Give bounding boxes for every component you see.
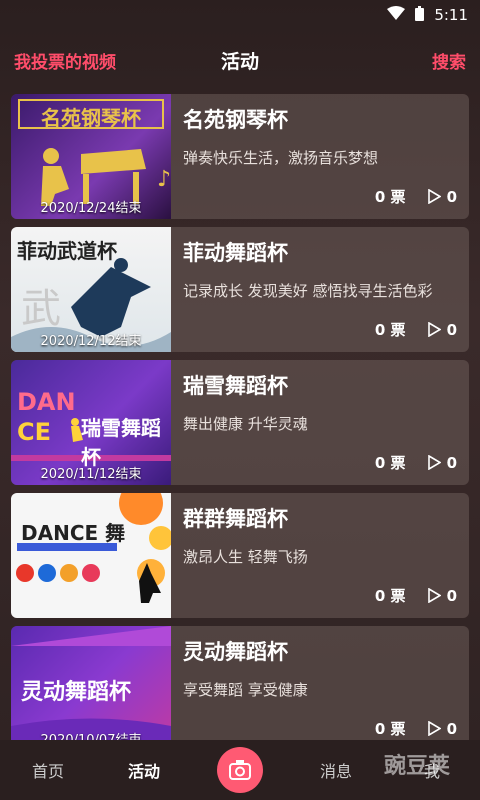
dance-art <box>16 493 171 603</box>
activity-card[interactable]: DANCE 舞 群群舞蹈杯 激昂人生 轻舞飞扬 0 票 0 <box>11 493 469 618</box>
battery-icon <box>415 5 425 25</box>
play-icon <box>427 322 441 337</box>
play-count-value: 0 <box>446 453 457 472</box>
activity-title: 菲动舞蹈杯 <box>183 241 288 265</box>
svg-text:武: 武 <box>21 286 61 332</box>
svg-text:CE: CE <box>17 418 51 446</box>
activity-title: 灵动舞蹈杯 <box>183 640 288 664</box>
play-count: 0 <box>427 453 457 472</box>
activity-info: 群群舞蹈杯 激昂人生 轻舞飞扬 0 票 0 <box>171 493 469 618</box>
vote-count: 0 票 <box>374 587 406 605</box>
activity-desc: 舞出健康 升华灵魂 <box>183 415 308 433</box>
status-bar: 5:11 <box>0 0 480 30</box>
activity-card[interactable]: 武 菲动武道杯 2020/12/12结束 菲动舞蹈杯 记录成长 发现美好 感悟找… <box>11 227 469 352</box>
activity-title: 群群舞蹈杯 <box>183 507 288 531</box>
activity-stats: 0 票 0 <box>375 452 457 473</box>
activity-info: 菲动舞蹈杯 记录成长 发现美好 感悟找寻生活色彩 0 票 0 <box>171 227 469 352</box>
camera-icon <box>217 747 263 793</box>
play-count-value: 0 <box>446 187 457 206</box>
tab-activity[interactable]: 活动 <box>96 758 192 782</box>
activity-stats: 0 票 0 <box>375 718 457 739</box>
play-icon <box>427 588 441 603</box>
thumbnail-title: 瑞雪舞蹈杯 <box>81 416 161 469</box>
play-count: 0 <box>427 586 457 605</box>
play-count: 0 <box>427 719 457 738</box>
activity-card[interactable]: DAN CE 瑞雪舞蹈杯 2020/11/12结束 瑞雪舞蹈杯 舞出健康 升华灵… <box>11 360 469 485</box>
activity-info: 瑞雪舞蹈杯 舞出健康 升华灵魂 0 票 0 <box>171 360 469 485</box>
activity-thumbnail: 灵动舞蹈杯 2020/10/07结束 <box>11 626 171 751</box>
status-time: 5:11 <box>434 6 468 24</box>
end-date: 2020/12/24结束 <box>40 201 142 216</box>
activity-title: 名苑钢琴杯 <box>183 108 288 132</box>
activity-stats: 0 票 0 <box>375 585 457 606</box>
activity-card[interactable]: 灵动舞蹈杯 2020/10/07结束 灵动舞蹈杯 享受舞蹈 享受健康 0 票 0 <box>11 626 469 751</box>
camera-button[interactable] <box>192 747 288 793</box>
activity-stats: 0 票 0 <box>375 186 457 207</box>
activity-title: 瑞雪舞蹈杯 <box>183 374 288 398</box>
vote-count: 0 票 <box>374 188 406 206</box>
watermark: 豌豆荚 <box>383 754 450 779</box>
svg-text:♪: ♪ <box>157 167 171 192</box>
play-count-value: 0 <box>446 719 457 738</box>
activity-desc: 弹奏快乐生活，激扬音乐梦想 <box>183 149 379 167</box>
play-count: 0 <box>427 320 457 339</box>
tab-message[interactable]: 消息 <box>288 758 384 782</box>
svg-text:DAN: DAN <box>17 388 76 416</box>
activity-list: ♪ 名苑钢琴杯 2020/12/24结束 名苑钢琴杯 弹奏快乐生活，激扬音乐梦想… <box>11 94 469 759</box>
activity-card[interactable]: ♪ 名苑钢琴杯 2020/12/24结束 名苑钢琴杯 弹奏快乐生活，激扬音乐梦想… <box>11 94 469 219</box>
thumbnail-title: 灵动舞蹈杯 <box>21 680 132 705</box>
activity-desc: 记录成长 发现美好 感悟找寻生活色彩 <box>183 282 433 300</box>
activity-desc: 激昂人生 轻舞飞扬 <box>183 548 308 566</box>
search-link[interactable]: 搜索 <box>432 48 466 73</box>
activity-thumbnail: 武 菲动武道杯 2020/12/12结束 <box>11 227 171 352</box>
activity-thumbnail: ♪ 名苑钢琴杯 2020/12/24结束 <box>11 94 171 219</box>
end-date: 2020/11/12结束 <box>40 467 142 482</box>
activity-desc: 享受舞蹈 享受健康 <box>183 681 308 699</box>
activity-thumbnail: DAN CE 瑞雪舞蹈杯 2020/11/12结束 <box>11 360 171 485</box>
activity-stats: 0 票 0 <box>375 319 457 340</box>
vote-count: 0 票 <box>374 720 406 738</box>
play-count: 0 <box>427 187 457 206</box>
play-count-value: 0 <box>446 586 457 605</box>
wifi-icon <box>387 6 406 24</box>
play-icon <box>427 721 441 736</box>
activity-info: 名苑钢琴杯 弹奏快乐生活，激扬音乐梦想 0 票 0 <box>171 94 469 219</box>
play-icon <box>427 455 441 470</box>
activity-thumbnail: DANCE 舞 <box>11 493 171 618</box>
vote-count: 0 票 <box>374 321 406 339</box>
thumbnail-title: 菲动武道杯 <box>17 239 117 263</box>
play-count-value: 0 <box>446 320 457 339</box>
tab-home[interactable]: 首页 <box>0 758 96 782</box>
header: 我投票的视频 活动 搜索 <box>0 30 480 90</box>
vote-count: 0 票 <box>374 454 406 472</box>
play-icon <box>427 189 441 204</box>
end-date: 2020/12/12结束 <box>40 334 142 349</box>
thumbnail-title: 名苑钢琴杯 <box>41 106 141 130</box>
my-voted-videos-link[interactable]: 我投票的视频 <box>14 48 116 73</box>
thumbnail-title: DANCE 舞 <box>21 521 126 545</box>
activity-info: 灵动舞蹈杯 享受舞蹈 享受健康 0 票 0 <box>171 626 469 751</box>
